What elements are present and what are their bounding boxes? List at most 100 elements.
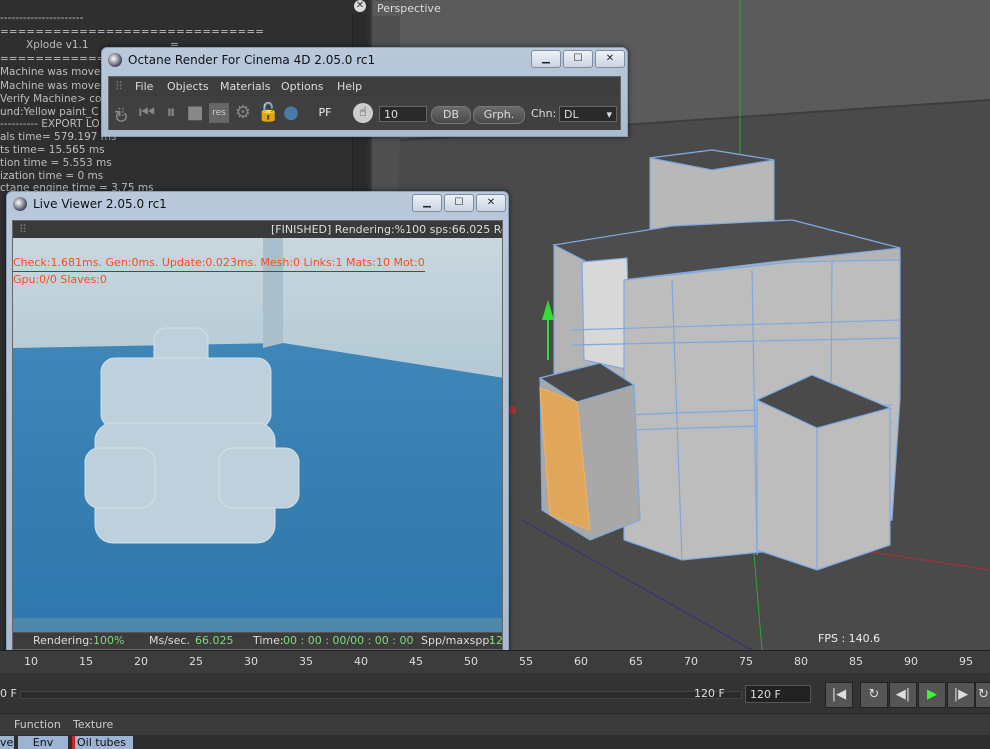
octane-toolbar: ⠿ ↻ ⏮ ⏸ ■ res ⚙ 🔓 ● PF ☝ 10 DB Grph. Chn… [109,96,620,130]
ruler-tick: 80 [794,655,808,668]
pick-hand-icon[interactable]: ☝ [353,103,373,123]
channel-label: Chn: [531,107,557,120]
material-tag[interactable]: Env [18,736,68,749]
ruler-tick: 95 [959,655,973,668]
console-line: ---------- EXPORT LO [0,118,100,130]
close-button[interactable]: ✕ [595,50,625,68]
play-button[interactable]: ▶ [918,682,946,708]
time-label: Time: [253,634,284,647]
ruler-tick: 15 [79,655,93,668]
value-field[interactable]: 10 [379,106,427,122]
live-viewer-title: Live Viewer 2.05.0 rc1 [33,197,167,211]
maximize-button[interactable]: ☐ [563,50,593,68]
db-button[interactable]: DB [431,106,471,124]
console-line: Machine was moved [0,80,108,92]
minimize-button[interactable]: ▁ [412,194,442,212]
minimize-button[interactable]: ▁ [531,50,561,68]
cinema4d-icon [108,53,122,67]
octane-render-window[interactable]: Octane Render For Cinema 4D 2.05.0 rc1 ▁… [101,47,628,137]
render-status: [FINISHED] Rendering:%100 sps:66.025 Ren… [271,223,503,236]
console-line: ---------------------- [0,12,84,24]
refresh-icon[interactable]: ↻ [111,108,131,128]
ruler-tick: 90 [904,655,918,668]
menu-texture[interactable]: Texture [73,718,113,731]
restart-icon[interactable]: ⏮ [137,103,157,123]
console-line: ization time = 0 ms [0,170,104,182]
chevron-down-icon: ▾ [606,108,612,121]
ruler-tick: 85 [849,655,863,668]
ruler-tick: 65 [629,655,643,668]
resolution-icon[interactable]: res [209,103,229,123]
go-to-start-button[interactable]: |◀ [825,682,853,708]
maximize-button[interactable]: ☐ [444,194,474,212]
ms-label: Ms/sec. [149,634,190,647]
graph-button[interactable]: Grph. [473,106,525,124]
lock-icon[interactable]: 🔓 [257,103,279,123]
ruler-tick: 60 [574,655,588,668]
ruler-tick: 35 [299,655,313,668]
console-line: Xplode v1.1 [26,39,89,51]
render-stats-line: Check:1.681ms. Gen:0ms. Update:0.023ms. … [13,256,425,269]
ruler-tick: 20 [134,655,148,668]
material-sphere-icon[interactable]: ● [281,103,301,123]
channel-select[interactable]: DL ▾ [559,106,617,122]
console-line: tion time = 5.553 ms [0,157,112,169]
end-frame-field[interactable]: 120 F [745,685,811,703]
menu-help[interactable]: Help [337,80,362,93]
fps-readout: FPS : 140.6 [818,632,881,645]
ruler-tick: 40 [354,655,368,668]
pause-icon[interactable]: ⏸ [161,103,181,123]
step-forward-button[interactable]: |▶ [947,682,975,708]
pf-icon[interactable]: PF [315,103,335,123]
octane-menubar: ⠿ File Objects Materials Options Help [109,77,620,95]
menu-file[interactable]: File [135,80,153,93]
ruler-tick: 25 [189,655,203,668]
ruler-tick: 10 [24,655,38,668]
ruler-tick: 30 [244,655,258,668]
ruler-tick: 70 [684,655,698,668]
close-button[interactable]: ✕ [476,194,506,212]
loop-forward-button[interactable]: ↻ [975,682,990,708]
console-line: Machine was moved [0,66,108,78]
console-line: Verify Machine> cou [0,93,109,105]
render-info-bar: Rendering: 100% Ms/sec. 66.025 Time: 00 … [13,632,502,649]
timeline-ruler[interactable]: 10 15 20 25 30 35 40 45 50 55 60 65 70 7… [0,650,990,673]
gear-icon[interactable]: ⚙ [233,103,253,123]
material-tag[interactable]: Oil tubes [72,736,133,749]
time-value: 00 : 00 : 00/00 : 00 : 00 [283,634,414,647]
render-stats: Check:1.681ms. Gen:0ms. Update:0.023ms. … [13,255,425,288]
ruler-tick: 50 [464,655,478,668]
grip-icon: ⠿ [19,223,28,236]
cinema4d-icon [13,197,27,211]
console-line: und:Yellow paint_C [0,106,99,118]
console-line: ============================== [0,26,264,38]
render-stats-line: Gpu:0/0 Slaves:0 [13,271,425,288]
render-image[interactable]: Check:1.681ms. Gen:0ms. Update:0.023ms. … [13,238,502,633]
menu-options[interactable]: Options [281,80,323,93]
render-status-bar: ⠿ [FINISHED] Rendering:%100 sps:66.025 R… [13,221,502,238]
material-menubar: Function Texture [0,713,990,736]
live-viewer-panel: ⠿ [FINISHED] Rendering:%100 sps:66.025 R… [12,220,503,650]
material-tags: ver Env Oil tubes [0,735,990,749]
channel-value: DL [564,108,579,121]
octane-window-title: Octane Render For Cinema 4D 2.05.0 rc1 [128,53,376,67]
spp-value: 12 [489,634,503,647]
frame-range-slider[interactable] [20,691,742,699]
live-viewer-window[interactable]: Live Viewer 2.05.0 rc1 ▁ ☐ ✕ ⠿ [FINISHED… [6,191,509,656]
transport-bar: 0 F 120 F 120 F |◀ ↻ ◀| ▶ |▶ ↻ [0,673,990,713]
start-frame[interactable]: 0 F [0,687,17,700]
render-scene [13,238,502,618]
ruler-tick: 45 [409,655,423,668]
loop-back-button[interactable]: ↻ [860,682,888,708]
menu-function[interactable]: Function [14,718,61,731]
ruler-tick: 75 [739,655,753,668]
stop-icon[interactable]: ■ [185,103,205,123]
rendering-label: Rendering: [33,634,93,647]
menu-objects[interactable]: Objects [167,80,209,93]
end-frame-display: 120 F [694,687,725,700]
menu-materials[interactable]: Materials [220,80,270,93]
close-icon[interactable]: ✕ [354,0,366,12]
material-tag[interactable]: ver [0,736,14,749]
step-back-button[interactable]: ◀| [889,682,917,708]
viewport-label[interactable]: Perspective [373,1,445,16]
